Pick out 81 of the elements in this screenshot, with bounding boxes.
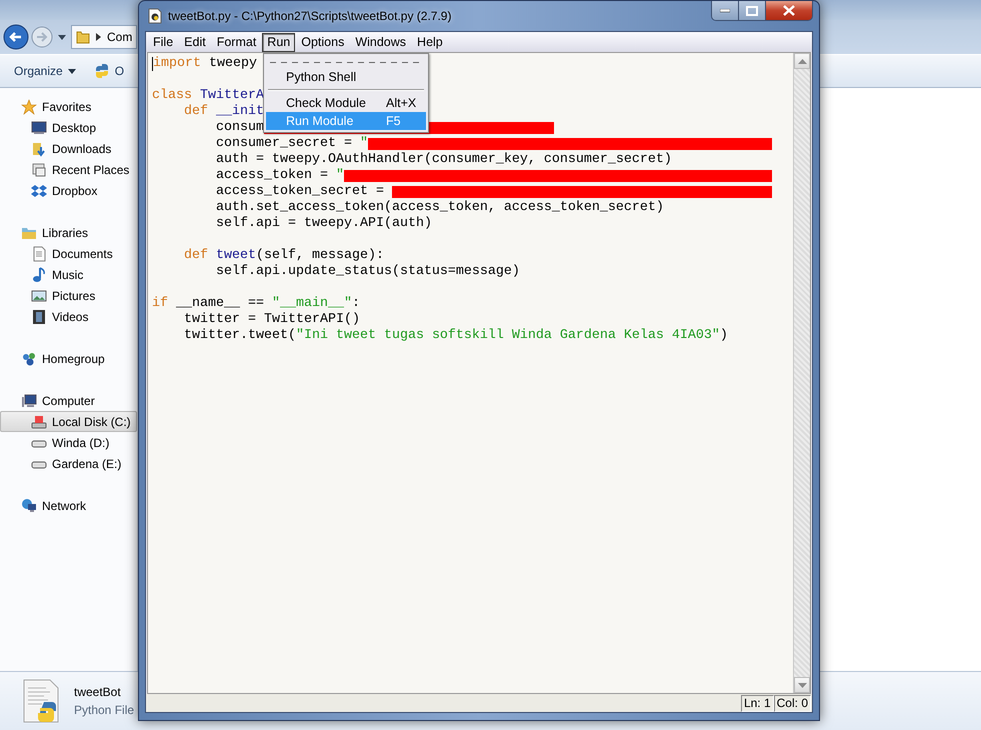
download-folder-icon xyxy=(31,140,47,156)
close-icon xyxy=(783,5,795,16)
minimize-icon xyxy=(720,8,730,12)
network-icon xyxy=(21,498,37,514)
code-text: if __name__ == "__main__": xyxy=(152,296,360,312)
code-text: self.api.update_status(status=message) xyxy=(214,264,520,280)
sidebar-item[interactable]: Downloads xyxy=(0,138,137,159)
up-arrow-icon xyxy=(798,58,806,64)
line-number: Ln: 1 xyxy=(740,694,774,712)
recent-places-icon xyxy=(31,162,47,178)
people-icon xyxy=(21,350,37,366)
code-text: consumer_secret = " xyxy=(214,136,368,152)
document-icon xyxy=(31,246,47,262)
code-text: class TwitterA xyxy=(152,88,264,104)
menu-item[interactable]: Run xyxy=(262,32,296,52)
code-text: self.api = tweepy.API(auth) xyxy=(214,216,432,232)
open-button[interactable]: O xyxy=(90,60,128,82)
dropbox-icon xyxy=(31,182,47,198)
sidebar-item[interactable]: Favorites xyxy=(0,96,137,117)
down-arrow-icon xyxy=(798,682,806,688)
menu-item[interactable]: Options xyxy=(296,32,350,52)
minimize-button[interactable] xyxy=(712,1,739,20)
menu-item[interactable]: Help xyxy=(412,32,448,52)
sidebar-item[interactable]: Libraries xyxy=(0,222,137,243)
code-text: twitter = TwitterAPI() xyxy=(182,312,360,328)
sidebar-item[interactable]: Network xyxy=(0,495,137,516)
menu-item[interactable]: Python Shell xyxy=(266,68,426,86)
scroll-down-button[interactable] xyxy=(794,677,810,693)
column-number: Col: 0 xyxy=(774,694,811,712)
film-icon xyxy=(31,308,47,324)
organize-button[interactable]: Organize xyxy=(10,61,80,81)
sidebar-item[interactable]: Videos xyxy=(0,306,137,327)
code-text: import tweepy xyxy=(153,56,257,72)
window-title: tweetBot.py - C:\Python27\Scripts\tweetBot.py (2.7.9) xyxy=(168,9,452,23)
code-text: auth = tweepy.OAuthHandler(consumer_key, consumer_secret) xyxy=(214,152,672,168)
code-text: access_token_secret = xyxy=(214,184,385,200)
maximize-icon xyxy=(746,6,758,16)
address-bar[interactable]: Com xyxy=(71,25,137,49)
code-text: twitter.tweet("Ini tweet tugas softskill Winda Gardena Kelas 4IA03") xyxy=(182,328,728,344)
text-cursor xyxy=(152,57,153,71)
close-button[interactable] xyxy=(766,1,812,20)
scrollbar[interactable] xyxy=(793,53,810,693)
menu-item[interactable]: Check Module Alt+X xyxy=(266,94,426,112)
drive-icon xyxy=(31,414,47,430)
sidebar-item[interactable]: Dropbox xyxy=(0,180,137,201)
caret-icon xyxy=(68,68,76,74)
chevron-icon[interactable] xyxy=(96,33,101,41)
python-file-icon xyxy=(147,8,163,24)
caret-icon[interactable] xyxy=(58,34,66,40)
picture-icon xyxy=(31,288,47,304)
menu-item[interactable]: Format xyxy=(212,32,262,52)
menu-item[interactable]: Edit xyxy=(179,32,211,52)
sidebar-item[interactable]: Winda (D:) xyxy=(0,432,137,453)
sidebar-item[interactable]: Music xyxy=(0,264,137,285)
file-name: tweetBot xyxy=(74,685,122,699)
code-text: def tweet(self, message): xyxy=(182,248,384,264)
code-text: def __init xyxy=(182,104,264,120)
sidebar-item[interactable]: Homegroup xyxy=(0,348,137,369)
sidebar-item[interactable]: Documents xyxy=(0,243,137,264)
code-text: access_token = " xyxy=(214,168,344,184)
music-note-icon xyxy=(31,266,47,282)
menu-item[interactable]: Windows xyxy=(350,32,412,52)
code-text: auth.set_access_token(access_token, access_token_secret) xyxy=(214,200,664,216)
sidebar-item[interactable]: Pictures xyxy=(0,285,137,306)
sidebar-item[interactable]: Local Disk (C:) xyxy=(0,411,137,432)
sidebar-item[interactable]: Computer xyxy=(0,390,137,411)
monitor-icon xyxy=(31,120,47,136)
maximize-button[interactable] xyxy=(739,1,766,20)
sidebar-item[interactable]: Desktop xyxy=(0,117,137,138)
breadcrumb[interactable]: Com xyxy=(107,30,132,44)
scroll-up-button[interactable] xyxy=(794,53,810,69)
folder-icon xyxy=(76,29,90,45)
menu-item[interactable]: File xyxy=(148,32,178,52)
computer-icon xyxy=(21,392,37,408)
file-type: Python File xyxy=(74,703,134,717)
sidebar-item[interactable]: Recent Places xyxy=(0,159,137,180)
star-icon xyxy=(21,98,37,114)
code-text: consum xyxy=(214,120,264,136)
back-button[interactable] xyxy=(3,24,29,50)
sidebar-item[interactable]: Gardena (E:) xyxy=(0,453,137,474)
python-icon xyxy=(94,63,110,79)
